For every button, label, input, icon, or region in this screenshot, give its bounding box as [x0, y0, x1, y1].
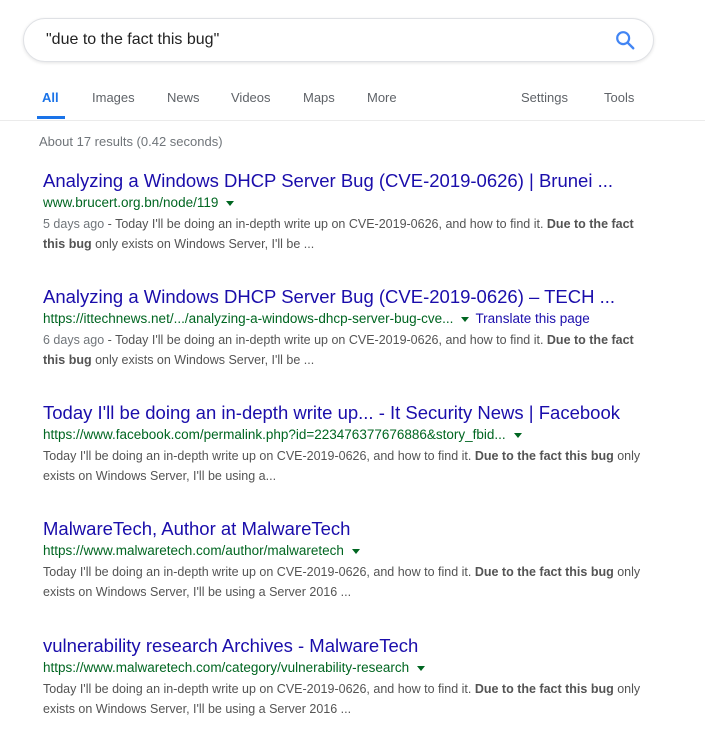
result-snippet: 6 days ago - Today I'll be doing an in-d…	[43, 330, 643, 370]
search-icon[interactable]	[614, 29, 636, 51]
caret-down-icon[interactable]	[513, 432, 522, 438]
caret-down-icon[interactable]	[461, 316, 470, 322]
snippet-text: Today I'll be doing an in-depth write up…	[43, 682, 475, 696]
caret-down-icon[interactable]	[351, 548, 360, 554]
result-url: https://www.facebook.com/permalink.php?i…	[43, 427, 506, 442]
result-title-link[interactable]: Analyzing a Windows DHCP Server Bug (CVE…	[43, 286, 663, 308]
snippet-highlight: Due to the fact this bug	[474, 449, 614, 463]
result-title-link[interactable]: Today I'll be doing an in-depth write up…	[43, 402, 663, 424]
result-date: 5 days ago	[43, 217, 105, 231]
search-box[interactable]: "due to the fact this bug"	[23, 18, 654, 62]
tab-settings[interactable]: Settings	[521, 90, 568, 105]
caret-down-icon[interactable]	[226, 200, 235, 206]
tab-images[interactable]: Images	[92, 90, 135, 105]
result-snippet: Today I'll be doing an in-depth write up…	[43, 679, 643, 719]
snippet-text: Today I'll be doing an in-depth write up…	[43, 449, 475, 463]
search-input[interactable]: "due to the fact this bug"	[46, 19, 586, 61]
result-url-line: https://www.facebook.com/permalink.php?i…	[43, 426, 663, 444]
result-url-line: www.brucert.org.bn/node/119	[43, 194, 663, 212]
result-snippet: Today I'll be doing an in-depth write up…	[43, 446, 643, 486]
search-tabs: All Images News Videos Maps More Setting…	[0, 80, 705, 121]
result-title-link[interactable]: vulnerability research Archives - Malwar…	[43, 635, 663, 657]
result-url-line: https://www.malwaretech.com/category/vul…	[43, 659, 663, 677]
snippet-text: Today I'll be doing an in-depth write up…	[115, 217, 547, 231]
result-url: www.brucert.org.bn/node/119	[43, 195, 219, 210]
snippet-text: only exists on Windows Server, I'll be .…	[91, 237, 315, 251]
result-url-line: https://www.malwaretech.com/author/malwa…	[43, 542, 663, 560]
result-snippet: Today I'll be doing an in-depth write up…	[43, 562, 643, 602]
snippet-highlight: Due to the fact this bug	[474, 565, 614, 579]
search-result: MalwareTech, Author at MalwareTech https…	[43, 518, 663, 602]
tab-tools[interactable]: Tools	[604, 90, 634, 105]
result-title-link[interactable]: MalwareTech, Author at MalwareTech	[43, 518, 663, 540]
date-separator: -	[104, 333, 116, 347]
date-separator: -	[104, 217, 116, 231]
tab-more[interactable]: More	[367, 90, 397, 105]
snippet-text: Today I'll be doing an in-depth write up…	[43, 565, 475, 579]
search-result: vulnerability research Archives - Malwar…	[43, 635, 663, 719]
result-url-line: https://ittechnews.net/.../analyzing-a-w…	[43, 310, 663, 328]
tab-news[interactable]: News	[167, 90, 200, 105]
tab-maps[interactable]: Maps	[303, 90, 335, 105]
result-url: https://www.malwaretech.com/author/malwa…	[43, 543, 344, 558]
search-result: Today I'll be doing an in-depth write up…	[43, 402, 663, 486]
tab-videos[interactable]: Videos	[231, 90, 271, 105]
caret-down-icon[interactable]	[417, 665, 426, 671]
search-result: Analyzing a Windows DHCP Server Bug (CVE…	[43, 170, 663, 254]
result-date: 6 days ago	[43, 333, 105, 347]
result-url: https://ittechnews.net/.../analyzing-a-w…	[43, 311, 454, 326]
result-stats: About 17 results (0.42 seconds)	[39, 134, 223, 149]
tab-all[interactable]: All	[42, 90, 59, 105]
result-snippet: 5 days ago - Today I'll be doing an in-d…	[43, 214, 643, 254]
snippet-text: only exists on Windows Server, I'll be .…	[91, 353, 315, 367]
result-title-link[interactable]: Analyzing a Windows DHCP Server Bug (CVE…	[43, 170, 663, 192]
search-result: Analyzing a Windows DHCP Server Bug (CVE…	[43, 286, 663, 370]
snippet-highlight: Due to the fact this bug	[474, 682, 614, 696]
translate-link[interactable]: Translate this page	[475, 311, 589, 326]
snippet-text: Today I'll be doing an in-depth write up…	[115, 333, 547, 347]
result-url: https://www.malwaretech.com/category/vul…	[43, 660, 410, 675]
active-tab-indicator	[37, 116, 65, 119]
